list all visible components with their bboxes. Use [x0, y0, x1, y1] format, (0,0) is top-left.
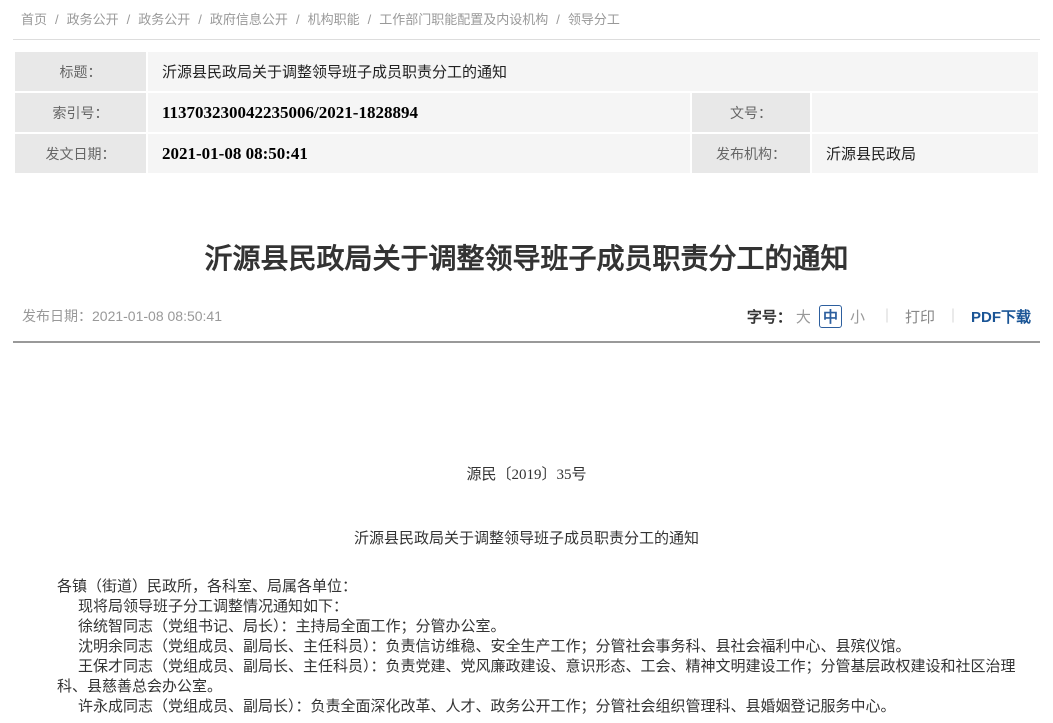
doc-body: 各镇（街道）民政所，各科室、局属各单位： 现将局领导班子分工调整情况通知如下： … [57, 577, 1034, 717]
font-size-small-button[interactable]: 小 [850, 306, 865, 327]
table-row: 标题： 沂源县民政局关于调整领导班子成员职责分工的通知 [14, 51, 1039, 92]
publish-agency-value-cell: 沂源县民政局 [811, 133, 1039, 174]
doc-paragraph: 各镇（街道）民政所，各科室、局属各单位： [57, 577, 1034, 597]
breadcrumb-item-home[interactable]: 首页 [21, 12, 47, 27]
issue-date-value-cell: 2021-01-08 08:50:41 [147, 133, 691, 174]
doc-symbol-value-cell [811, 92, 1039, 133]
breadcrumb-item-2[interactable]: 政务公开 [67, 12, 119, 27]
page: 首页 / 政务公开 / 政务公开 / 政府信息公开 / 机构职能 / 工作部门职能配置及内设机构 / 领… [0, 0, 1053, 717]
title-value-cell: 沂源县民政局关于调整领导班子成员职责分工的通知 [147, 51, 1039, 92]
doc-paragraph: 徐统智同志（党组书记、局长）：主持局全面工作；分管办公室。 [57, 617, 1034, 637]
breadcrumb-divider [13, 39, 1040, 40]
breadcrumb-item-3[interactable]: 政务公开 [138, 12, 190, 27]
article-meta-row: 发布日期：2021-01-08 08:50:41 字号： 大 中 小 ｜ 打印 … [13, 303, 1040, 329]
document-meta-table: 标题： 沂源县民政局关于调整领导班子成员职责分工的通知 索引号： 1137032… [13, 50, 1040, 175]
breadcrumb-item-6[interactable]: 工作部门职能配置及内设机构 [379, 12, 548, 27]
table-row: 发文日期： 2021-01-08 08:50:41 发布机构： 沂源县民政局 [14, 133, 1039, 174]
doc-paragraph: 沈明余同志（党组成员、副局长、主任科员）：负责信访维稳、安全生产工作；分管社会事… [57, 637, 1034, 657]
page-title: 沂源县民政局关于调整领导班子成员职责分工的通知 [13, 239, 1040, 279]
breadcrumb-separator: / [556, 12, 560, 27]
breadcrumb-separator: / [198, 12, 202, 27]
breadcrumb: 首页 / 政务公开 / 政务公开 / 政府信息公开 / 机构职能 / 工作部门职能配置及内设机构 / 领… [13, 0, 1040, 39]
font-size-large-button[interactable]: 大 [796, 306, 811, 327]
breadcrumb-separator: / [296, 12, 300, 27]
table-row: 索引号： 113703230042235006/2021-1828894 文号： [14, 92, 1039, 133]
breadcrumb-item-7[interactable]: 领导分工 [568, 12, 620, 27]
doc-title-line: 沂源县民政局关于调整领导班子成员职责分工的通知 [13, 529, 1040, 549]
toolbar-separator: ｜ [880, 306, 894, 326]
publish-date-label: 发布日期： [22, 308, 92, 324]
pdf-download-button[interactable]: PDF下载 [971, 306, 1031, 327]
doc-paragraph: 许永成同志（党组成员、副局长）：负责全面深化改革、人才、政务公开工作；分管社会组… [57, 697, 1034, 717]
doc-paragraph: 王保才同志（党组成员、副局长、主任科员）：负责党建、党风廉政建设、意识形态、工会… [57, 657, 1034, 697]
title-label-cell: 标题： [14, 51, 147, 92]
breadcrumb-separator: / [127, 12, 131, 27]
document-content: 源民〔2019〕35号 沂源县民政局关于调整领导班子成员职责分工的通知 各镇（街… [13, 465, 1040, 717]
doc-paragraph: 现将局领导班子分工调整情况通知如下： [57, 597, 1034, 617]
publish-agency-label-cell: 发布机构： [691, 133, 811, 174]
breadcrumb-separator: / [368, 12, 372, 27]
breadcrumb-separator: / [55, 12, 59, 27]
index-number-value-cell: 113703230042235006/2021-1828894 [147, 92, 691, 133]
article-toolbar: 字号： 大 中 小 ｜ 打印 ｜ PDF下载 [747, 305, 1031, 328]
publish-date-value: 2021-01-08 08:50:41 [92, 308, 222, 324]
print-button[interactable]: 打印 [905, 306, 935, 327]
breadcrumb-item-4[interactable]: 政府信息公开 [210, 12, 288, 27]
doc-symbol-label-cell: 文号： [691, 92, 811, 133]
issue-date-label-cell: 发文日期： [14, 133, 147, 174]
doc-number-line: 源民〔2019〕35号 [13, 465, 1040, 485]
toolbar-separator: ｜ [946, 306, 960, 326]
breadcrumb-item-5[interactable]: 机构职能 [308, 12, 360, 27]
index-number-label-cell: 索引号： [14, 92, 147, 133]
publish-date: 发布日期：2021-01-08 08:50:41 [22, 306, 222, 326]
font-size-label: 字号： [747, 306, 792, 327]
article-divider [13, 341, 1040, 343]
font-size-medium-button[interactable]: 中 [819, 305, 842, 328]
